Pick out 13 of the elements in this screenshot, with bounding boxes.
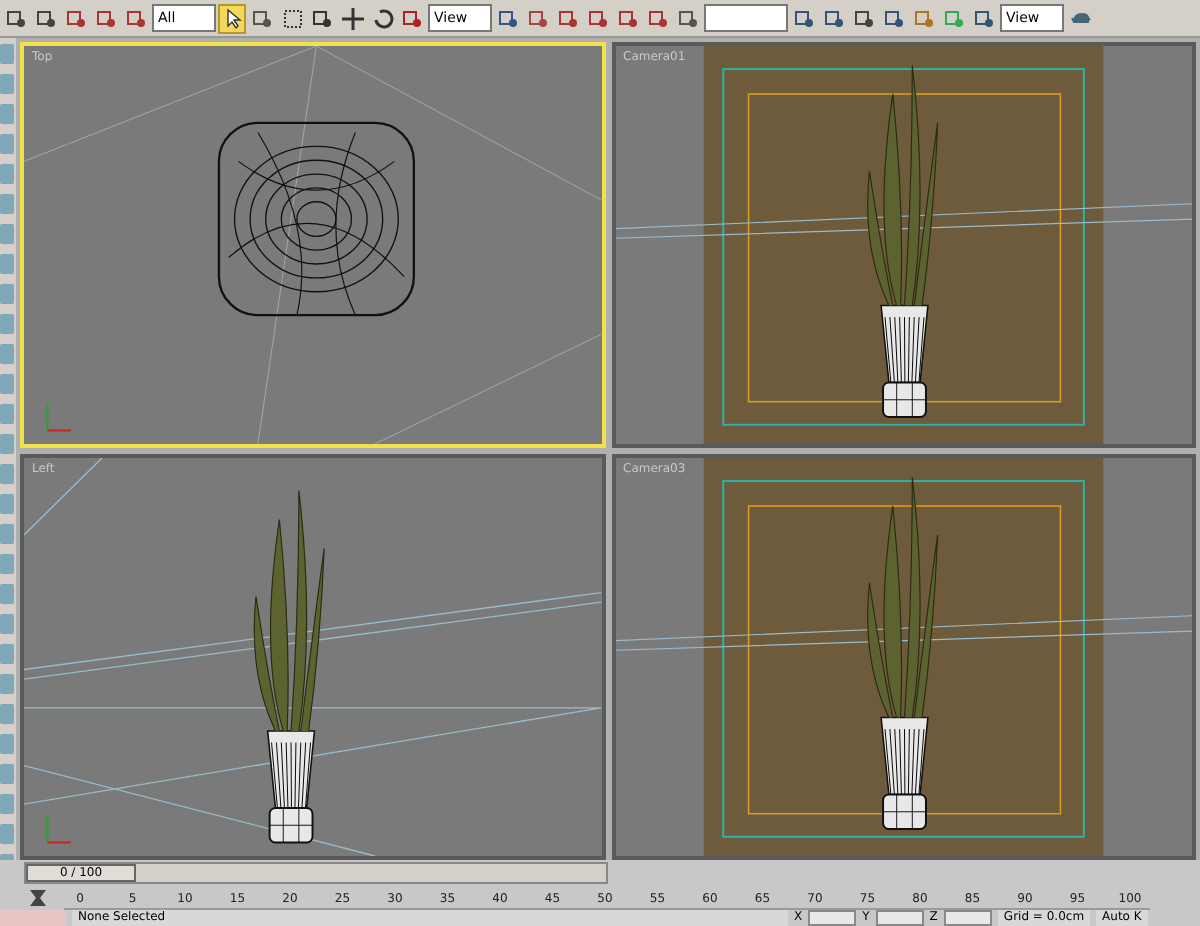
select-icon (221, 7, 243, 29)
toolbar-button[interactable] (218, 3, 246, 33)
axis-gizmo-icon (46, 814, 72, 844)
axis-gizmo-icon (46, 402, 72, 432)
z-coordinate-field[interactable] (943, 910, 992, 926)
teapot-icon (1069, 7, 1091, 29)
named-selection-field[interactable] (704, 4, 788, 32)
y-coordinate-field[interactable] (875, 910, 924, 926)
x-coordinate-field[interactable] (808, 910, 857, 926)
toolbar-button[interactable] (338, 3, 366, 33)
move-icon (341, 7, 363, 29)
rotate-icon (371, 7, 393, 29)
region-icon (281, 7, 303, 29)
